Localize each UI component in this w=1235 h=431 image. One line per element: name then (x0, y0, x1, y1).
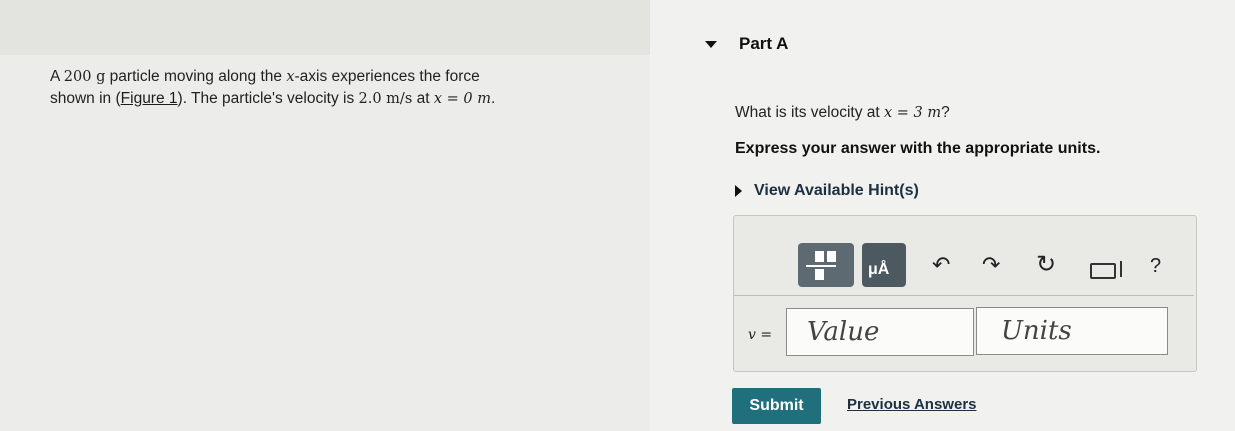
problem-mass: 200 g (63, 69, 106, 85)
answer-instructions: Express your answer with the appropriate… (735, 140, 1101, 157)
problem-text: ). The particle's velocity is (177, 90, 359, 107)
answer-variable-label: v = (748, 327, 773, 343)
value-input[interactable] (786, 308, 974, 356)
caret-down-icon (705, 40, 717, 48)
previous-answers-link[interactable]: Previous Answers (847, 396, 977, 413)
keyboard-divider-icon (1120, 261, 1122, 277)
problem-text: at (412, 90, 434, 107)
problem-text: A (50, 68, 64, 85)
view-hints-toggle[interactable]: View Available Hint(s) (735, 182, 919, 200)
problem-text: . (490, 90, 496, 107)
question-text-end: ? (941, 104, 950, 121)
units-input[interactable] (976, 307, 1168, 355)
help-icon[interactable]: ? (1150, 255, 1161, 278)
toolbar-divider (734, 295, 1194, 296)
problem-pane: A 200 g particle moving along the x-axis… (0, 0, 650, 431)
submit-button[interactable]: Submit (732, 388, 821, 424)
problem-position: x = 0 m (433, 91, 491, 107)
mu-angstrom-icon: μÅ (868, 261, 890, 278)
symbols-button[interactable]: μÅ (862, 243, 906, 287)
caret-right-icon (735, 185, 742, 197)
redo-icon[interactable]: ↷ (982, 253, 1000, 277)
problem-statement: A 200 g particle moving along the x-axis… (50, 66, 650, 110)
problem-axis-variable: x (286, 69, 295, 85)
question-position: x = 3 m (884, 105, 942, 121)
problem-velocity: 2.0 m/s (358, 91, 413, 107)
template-square-icon (815, 269, 824, 280)
math-toolbar: μÅ ↶ ↷ ↻ ? (798, 243, 1178, 289)
keyboard-icon[interactable] (1090, 263, 1116, 279)
part-title: Part A (739, 34, 789, 53)
question-text-start: What is its velocity at (735, 104, 885, 121)
problem-text: shown in ( (50, 90, 121, 107)
undo-icon[interactable]: ↶ (932, 253, 950, 277)
reset-icon[interactable]: ↻ (1036, 253, 1056, 277)
template-square-icon (815, 251, 824, 262)
figure-link[interactable]: Figure 1 (121, 90, 178, 107)
template-square-icon (827, 251, 836, 262)
question-text: What is its velocity at x = 3 m? (735, 104, 950, 122)
problem-header-band (0, 0, 650, 55)
hints-label: View Available Hint(s) (754, 182, 919, 199)
problem-text: -axis experiences the force (294, 68, 480, 85)
problem-text: particle moving along the (105, 68, 287, 85)
templates-button[interactable] (798, 243, 854, 287)
fraction-bar-icon (806, 265, 836, 267)
part-a-header[interactable]: Part A (705, 34, 788, 54)
